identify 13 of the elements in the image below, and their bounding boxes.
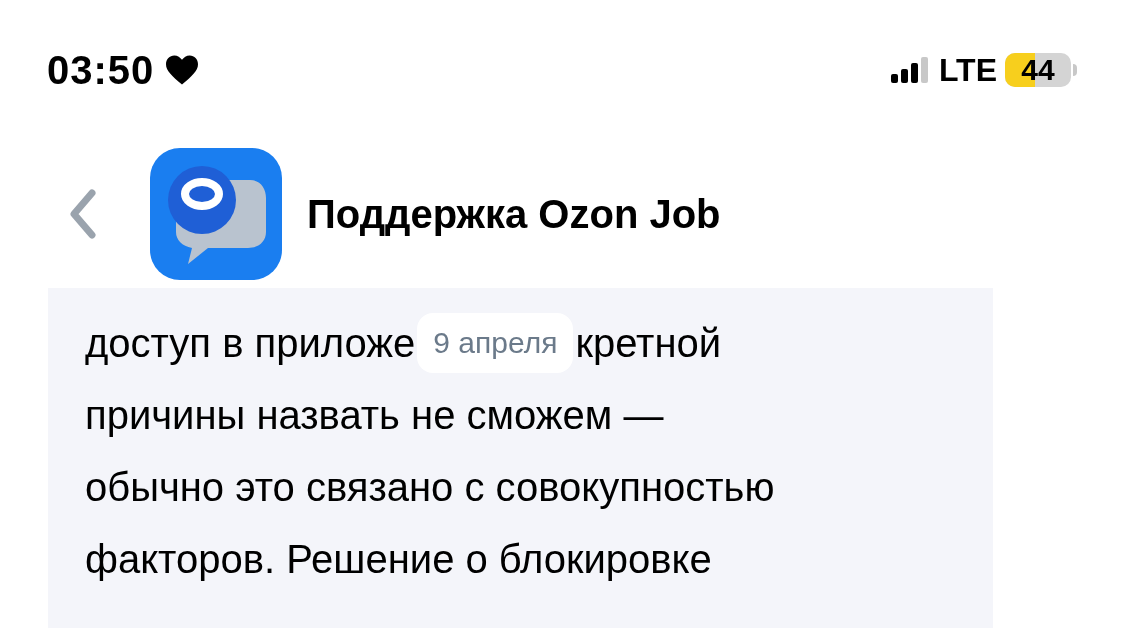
message-text: доступ в приложе [85, 320, 416, 367]
message-text: обычно это связано с совокупностью [85, 464, 775, 511]
network-label: LTE [938, 51, 997, 90]
message-text: кретной [575, 320, 722, 367]
date-chip: 9 апреля [417, 313, 574, 373]
chat-avatar-icon [150, 148, 282, 280]
back-chevron-icon [68, 189, 98, 239]
status-time: 03:50 [47, 47, 155, 94]
chat-title: Поддержка Ozon Job [307, 191, 721, 238]
message-text: причины назвать не сможем — [85, 392, 664, 439]
message-text: факторов. Решение о блокировке [85, 536, 712, 583]
heart-icon [164, 54, 201, 86]
signal-icon [890, 57, 931, 83]
